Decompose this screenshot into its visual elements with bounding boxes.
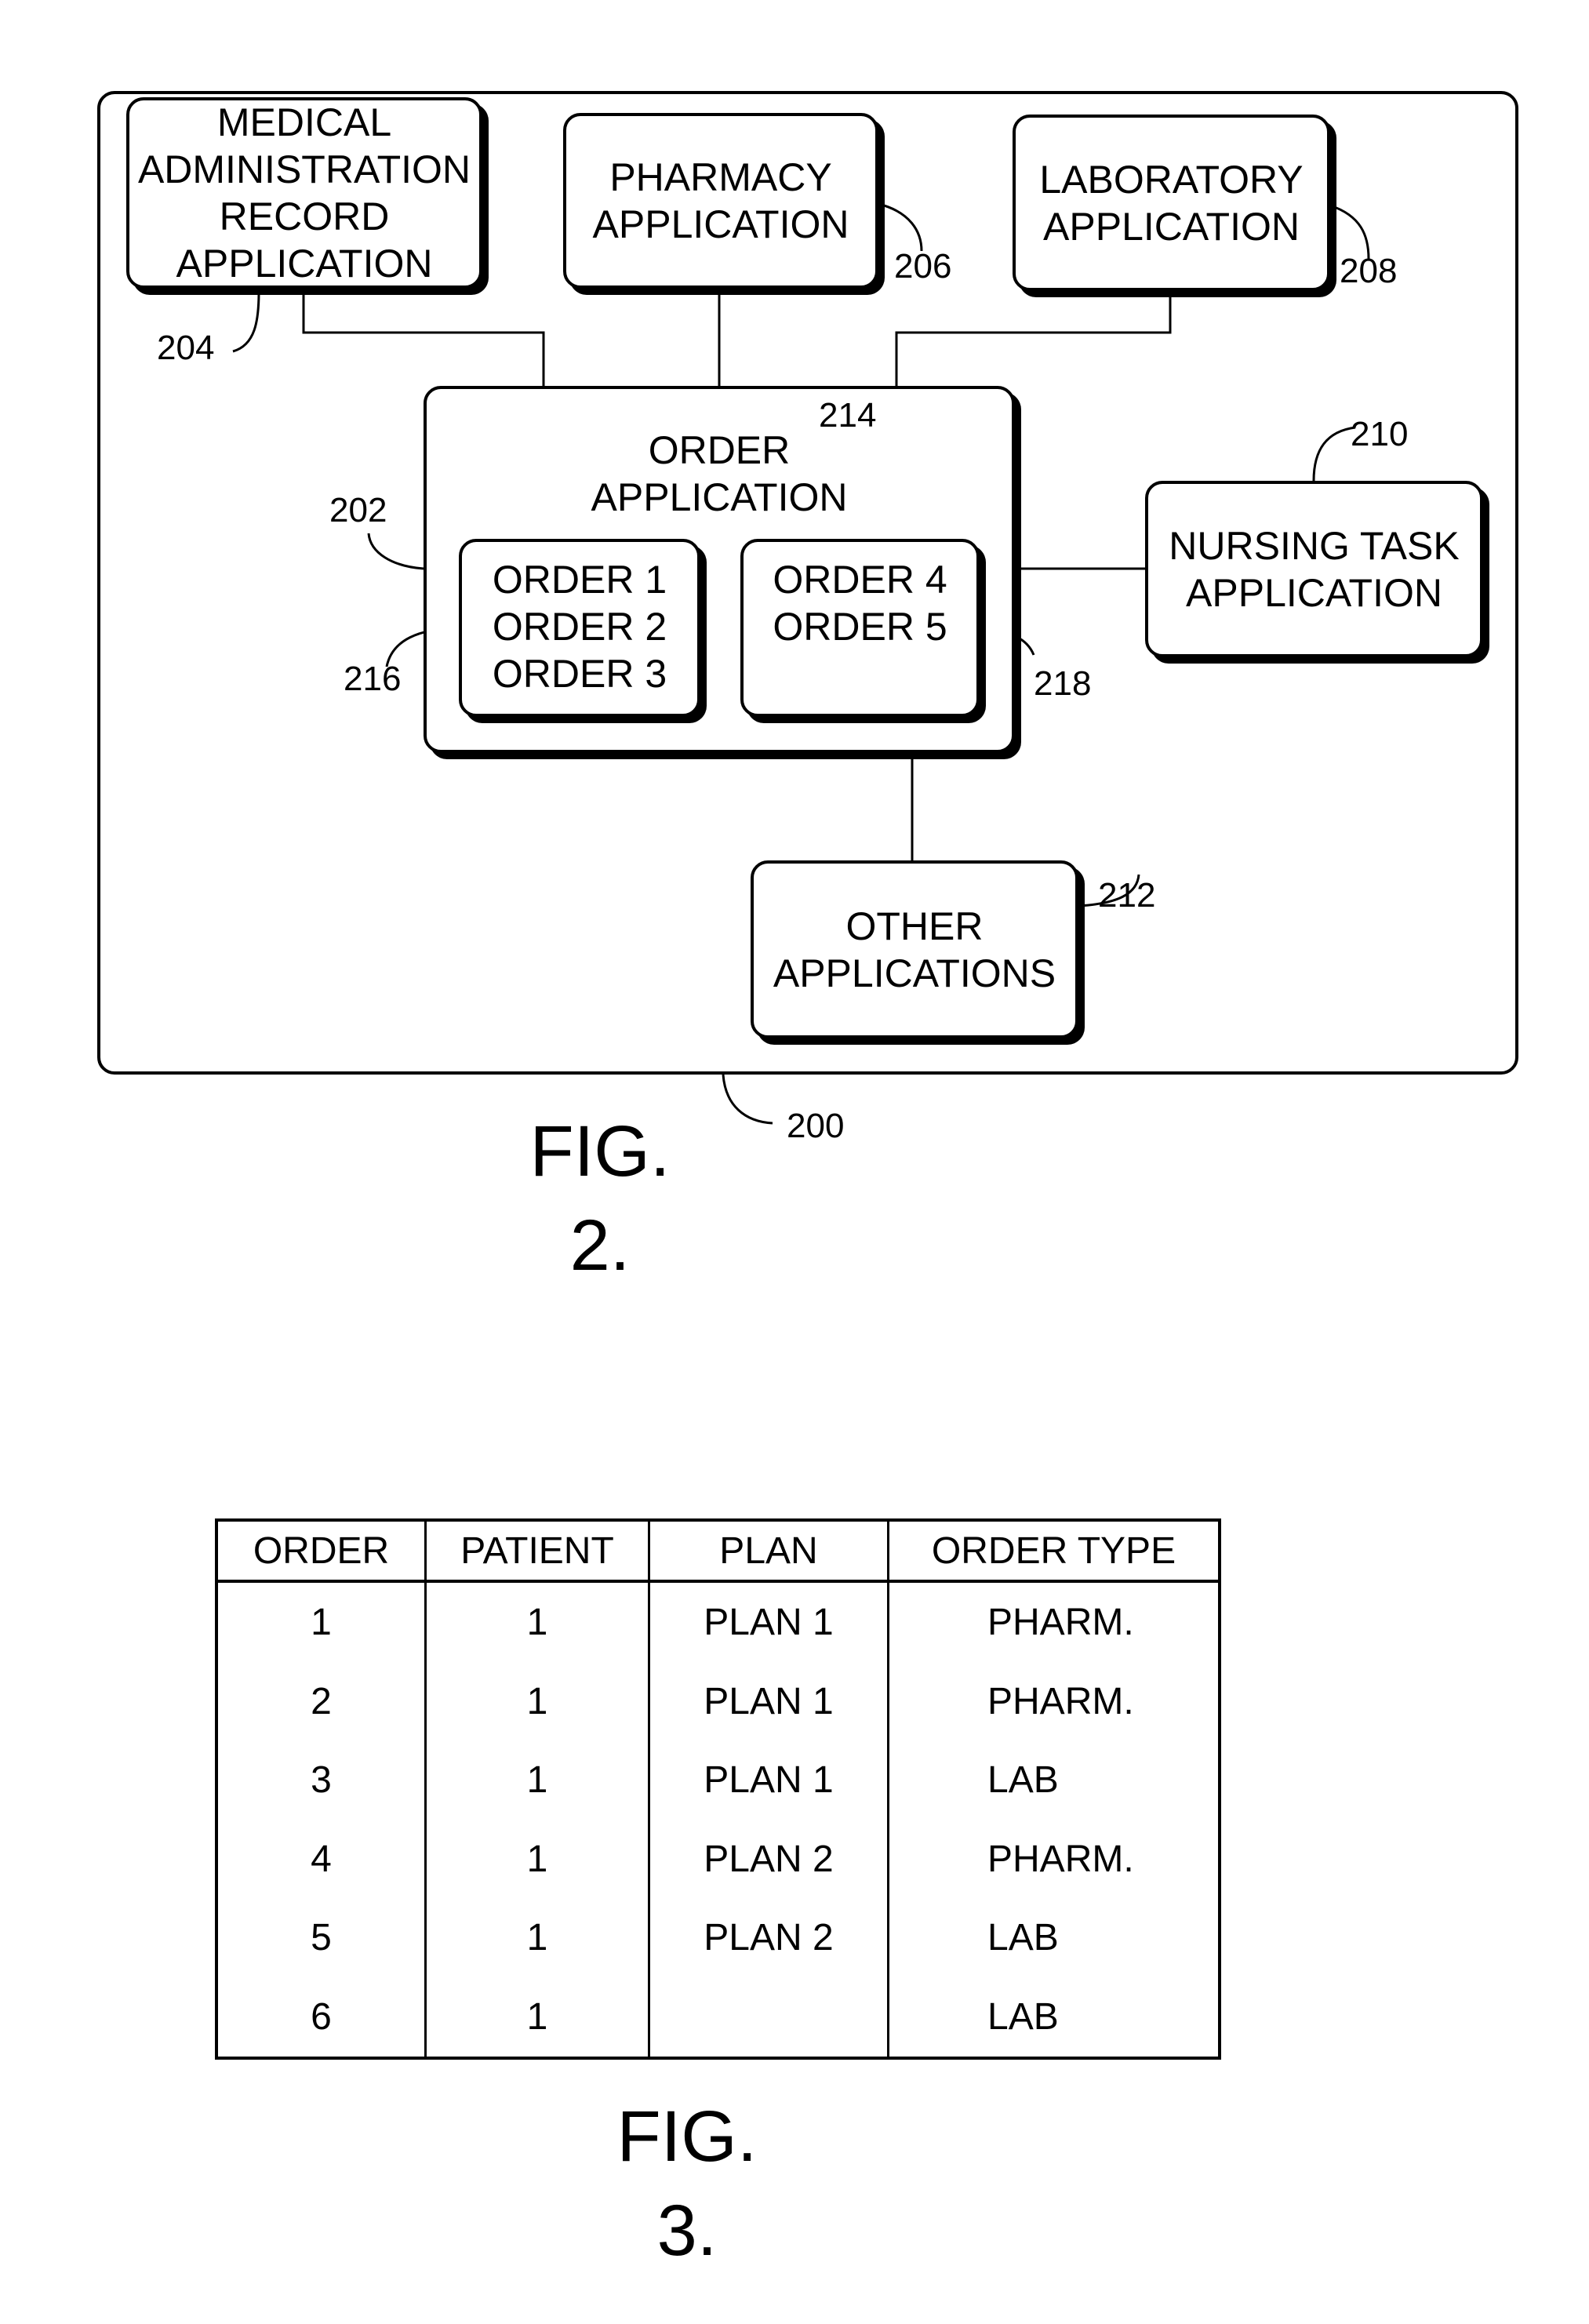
box-label: APPLICATION (176, 242, 433, 285)
cell-order: 3 (215, 1740, 427, 1820)
caption-line: FIG. (616, 2097, 758, 2177)
box-label: APPLICATION (592, 202, 849, 246)
ref-212: 212 (1098, 876, 1156, 915)
box-label: NURSING TASK (1169, 523, 1460, 568)
table-row: 4 1 PLAN 2 PHARM. (215, 1819, 1221, 1899)
ref-202: 202 (329, 491, 387, 529)
caption-line: FIG. (529, 1111, 671, 1191)
figure-2-caption: FIG. 2. (498, 1104, 702, 1293)
cell-plan: PLAN 2 (648, 1819, 889, 1899)
orders-group-1-box: ORDER 1 ORDER 2 ORDER 3 (459, 539, 700, 717)
cell-plan: PLAN 2 (648, 1898, 889, 1978)
cell-order-type: LAB (887, 1898, 1221, 1978)
ref-204: 204 (157, 329, 215, 367)
table-row: 5 1 PLAN 2 LAB (215, 1898, 1221, 1978)
cell-order-type: PHARM. (887, 1581, 1221, 1662)
cell-order: 6 (215, 1977, 427, 2058)
cell-plan: PLAN 1 (648, 1581, 889, 1662)
medical-administration-record-box: MEDICAL ADMINISTRATION RECORD APPLICATIO… (126, 97, 482, 289)
table-header-row: ORDER PATIENT PLAN ORDER TYPE (215, 1520, 1221, 1583)
table-row: 6 1 LAB (215, 1977, 1221, 2058)
order-item: ORDER 5 (773, 605, 947, 649)
order-item: ORDER 3 (492, 652, 667, 696)
box-label: MEDICAL (216, 100, 392, 144)
cell-plan: PLAN 1 (648, 1740, 889, 1820)
cell-patient: 1 (424, 1661, 650, 1741)
ref-206: 206 (894, 247, 952, 285)
cell-order-type: LAB (887, 1740, 1221, 1820)
ref-200: 200 (787, 1107, 845, 1145)
box-label: APPLICATION (1186, 570, 1442, 615)
box-label: APPLICATION (591, 475, 848, 519)
ref-216: 216 (344, 660, 402, 698)
ref-214: 214 (819, 396, 877, 435)
cell-order: 5 (215, 1898, 427, 1978)
box-label: PHARMACY (609, 155, 832, 199)
pharmacy-application-box: PHARMACY APPLICATION (563, 113, 878, 289)
caption-line: 2. (569, 1206, 631, 1286)
order-item: ORDER 4 (773, 558, 947, 602)
figure-3-caption: FIG. 3. (585, 2089, 789, 2278)
cell-order-type: PHARM. (887, 1819, 1221, 1899)
table-row: 2 1 PLAN 1 PHARM. (215, 1661, 1221, 1741)
cell-plan: PLAN 1 (648, 1661, 889, 1741)
laboratory-application-box: LABORATORY APPLICATION (1013, 115, 1330, 291)
orders-group-2-box: ORDER 4 ORDER 5 (740, 539, 980, 717)
nursing-task-application-box: NURSING TASK APPLICATION (1145, 481, 1483, 657)
ref-210: 210 (1351, 415, 1409, 453)
order-item: ORDER 1 (492, 558, 667, 602)
table-row: 3 1 PLAN 1 LAB (215, 1740, 1221, 1820)
box-label: APPLICATIONS (773, 951, 1056, 995)
box-label: LABORATORY (1039, 157, 1304, 202)
box-label: OTHER (845, 904, 984, 948)
box-label: ORDER (648, 428, 791, 472)
table-row: 1 1 PLAN 1 PHARM. (215, 1581, 1221, 1662)
cell-patient: 1 (424, 1977, 650, 2058)
leader-200 (722, 1074, 773, 1125)
column-header-patient: PATIENT (424, 1520, 650, 1583)
column-header-order: ORDER (215, 1520, 427, 1583)
column-header-order-type: ORDER TYPE (887, 1520, 1221, 1583)
box-label: ADMINISTRATION (137, 147, 471, 191)
ref-208: 208 (1340, 252, 1398, 290)
box-label: APPLICATION (1043, 204, 1300, 249)
box-label: RECORD (219, 195, 390, 238)
cell-order: 2 (215, 1661, 427, 1741)
cell-patient: 1 (424, 1581, 650, 1662)
cell-patient: 1 (424, 1819, 650, 1899)
ref-218: 218 (1034, 664, 1092, 703)
order-item: ORDER 2 (492, 605, 667, 649)
cell-order: 1 (215, 1581, 427, 1662)
caption-line: 3. (656, 2191, 718, 2271)
cell-order-type: PHARM. (887, 1661, 1221, 1741)
cell-plan (648, 1977, 889, 2058)
cell-order-type: LAB (887, 1977, 1221, 2058)
column-header-plan: PLAN (648, 1520, 889, 1583)
cell-order: 4 (215, 1819, 427, 1899)
other-applications-box: OTHER APPLICATIONS (751, 860, 1078, 1038)
cell-patient: 1 (424, 1740, 650, 1820)
cell-patient: 1 (424, 1898, 650, 1978)
orders-table: ORDER PATIENT PLAN ORDER TYPE 1 1 PLAN 1… (215, 1518, 1221, 2060)
